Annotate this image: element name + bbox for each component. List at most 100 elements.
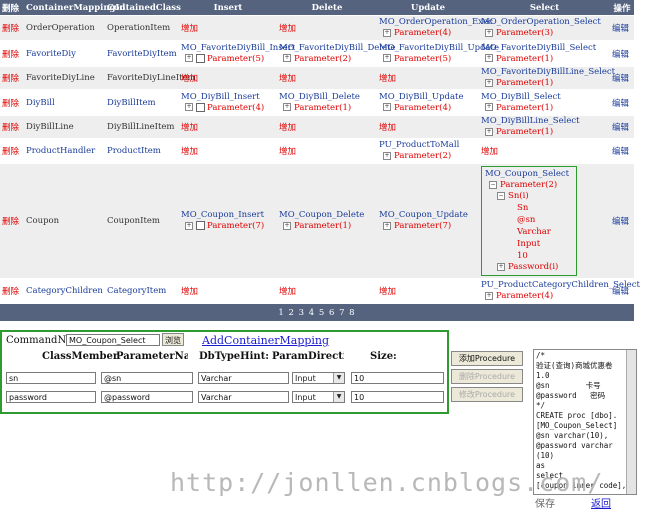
procedure-name[interactable]: MO_Coupon_Update — [379, 210, 477, 221]
procedure-name[interactable]: MO_FavoriteDiyBill_Insert — [181, 43, 295, 54]
param-direction-select[interactable]: Input ▼ — [292, 372, 345, 384]
procedure-name[interactable]: PU_ProductCategoryChildren_Select — [481, 280, 640, 291]
scrollbar[interactable] — [626, 350, 636, 494]
expand-icon[interactable]: + — [485, 103, 493, 111]
procedure-name[interactable]: MO_FavoriteDiyBill_Update — [379, 43, 499, 54]
edit-link[interactable]: 编辑 — [612, 287, 629, 297]
param-dbtype-input[interactable]: Varchar — [198, 372, 289, 384]
param-direction-select[interactable]: Input ▼ — [292, 391, 345, 403]
param-name-input[interactable]: @sn — [101, 372, 193, 384]
expand-icon[interactable]: + — [383, 103, 391, 111]
procedure-name[interactable]: PU_ProductToMall — [379, 140, 477, 151]
parameter-node[interactable]: + Parameter(3) — [481, 28, 608, 39]
parameter-node[interactable]: + Parameter(4) — [379, 28, 477, 39]
add-container-mapping-link[interactable]: AddContainerMapping — [202, 334, 329, 347]
procedure-name[interactable]: MO_DiyBill_Insert — [181, 92, 275, 103]
add-link[interactable]: 增加 — [181, 123, 198, 133]
expand-icon[interactable]: + — [185, 54, 193, 62]
edit-link[interactable]: 编辑 — [612, 24, 629, 34]
delete-link[interactable]: 删除 — [2, 123, 19, 133]
edit-link[interactable]: 编辑 — [612, 50, 629, 60]
procedure-name[interactable]: MO_DiyBill_Update — [379, 92, 477, 103]
add-link[interactable]: 增加 — [181, 24, 198, 34]
add-link[interactable]: 增加 — [181, 287, 198, 297]
param-size-input[interactable]: 10 — [351, 372, 444, 384]
expand-icon[interactable]: + — [383, 151, 391, 160]
parameter-node[interactable]: + Parameter(2) — [279, 54, 375, 65]
expand-icon[interactable]: + — [485, 78, 493, 87]
parameter-node[interactable]: + Parameter(4) — [181, 102, 275, 114]
container-mapping-id[interactable]: CategoryChildren — [26, 286, 103, 296]
procedure-name[interactable]: MO_OrderOperation_Select — [481, 17, 608, 28]
contained-class[interactable]: DiyBillItem — [107, 98, 156, 108]
procedure-name[interactable]: MO_FavoriteDiyBillLine_Select — [481, 67, 615, 78]
save-link[interactable]: 保存 — [535, 495, 555, 510]
parameter-node[interactable]: + Parameter(1) — [481, 103, 608, 114]
container-mapping-id[interactable]: DiyBill — [26, 98, 55, 108]
parameter-node[interactable]: + Parameter(1) — [279, 221, 375, 232]
add-procedure-button[interactable]: 添加Procedure — [451, 351, 523, 366]
parameter-node[interactable]: + Parameter(7) — [379, 221, 477, 232]
delete-link[interactable]: 删除 — [2, 217, 19, 227]
add-link[interactable]: 增加 — [481, 147, 498, 157]
expand-icon[interactable]: + — [185, 221, 193, 230]
procedure-name[interactable]: MO_FavoriteDiyBill_Delete — [279, 43, 396, 54]
parameter-node[interactable]: + Parameter(1) — [279, 103, 375, 114]
back-link[interactable]: 返回 — [591, 495, 611, 510]
modify-procedure-button[interactable]: 修改Procedure — [451, 387, 523, 402]
expand-icon[interactable]: + — [185, 103, 193, 111]
contained-class[interactable]: ProductItem — [107, 146, 161, 156]
parameter-node[interactable]: + Parameter(5) — [181, 53, 275, 65]
parameter-node[interactable]: − Parameter(2) — [485, 180, 573, 191]
add-link[interactable]: 增加 — [279, 147, 296, 157]
add-link[interactable]: 增加 — [279, 287, 296, 297]
procedure-name[interactable]: MO_DiyBillLine_Select — [481, 116, 608, 127]
parameter-node[interactable]: + Parameter(2) — [379, 151, 477, 162]
procedure-name[interactable]: MO_FavoriteDiyBill_Select — [481, 43, 608, 54]
collapse-icon[interactable]: − — [497, 191, 505, 200]
expand-icon[interactable]: + — [485, 54, 493, 62]
parameter-node[interactable]: + Password(i) — [493, 262, 573, 273]
edit-link[interactable]: 编辑 — [612, 99, 629, 109]
expand-icon[interactable]: + — [383, 28, 391, 37]
delete-link[interactable]: 删除 — [2, 24, 19, 34]
procedure-name[interactable]: MO_Coupon_Delete — [279, 210, 375, 221]
delete-procedure-button[interactable]: 删除Procedure — [451, 369, 523, 384]
parameter-node[interactable]: + Parameter(1) — [481, 127, 608, 138]
parameter-node[interactable]: + Parameter(5) — [379, 54, 477, 65]
parameter-node[interactable]: + Parameter(1) — [481, 78, 608, 89]
param-dbtype-input[interactable]: Varchar — [198, 391, 289, 403]
expand-icon[interactable]: + — [485, 291, 493, 300]
parameter-node[interactable]: + Parameter(4) — [481, 291, 608, 302]
add-link[interactable]: 增加 — [181, 74, 198, 84]
expand-icon[interactable]: + — [485, 127, 493, 136]
param-name-input[interactable]: @password — [101, 391, 193, 403]
add-link[interactable]: 增加 — [279, 74, 296, 84]
checkbox[interactable] — [196, 53, 205, 63]
edit-link[interactable]: 编辑 — [612, 123, 629, 133]
delete-link[interactable]: 删除 — [2, 147, 19, 157]
expand-icon[interactable]: + — [497, 262, 505, 271]
contained-class[interactable]: CategoryItem — [107, 286, 166, 296]
expand-icon[interactable]: + — [383, 221, 391, 230]
parameter-node[interactable]: + Parameter(4) — [379, 103, 477, 114]
expand-icon[interactable]: + — [283, 221, 291, 230]
container-mapping-id[interactable]: ProductHandler — [26, 146, 95, 156]
procedure-name[interactable]: MO_DiyBill_Delete — [279, 92, 375, 103]
delete-link[interactable]: 删除 — [2, 287, 19, 297]
container-mapping-id[interactable]: FavoriteDiy — [26, 49, 76, 59]
pager[interactable]: 1 2 3 4 5 6 7 8 — [0, 303, 634, 321]
add-link[interactable]: 增加 — [379, 123, 396, 133]
param-member-input[interactable]: sn — [6, 372, 96, 384]
add-link[interactable]: 增加 — [279, 24, 296, 34]
expand-icon[interactable]: − — [489, 180, 497, 189]
expand-icon[interactable]: + — [383, 54, 391, 62]
edit-link[interactable]: 编辑 — [612, 217, 629, 227]
parameter-node[interactable]: + Parameter(1) — [481, 54, 608, 65]
edit-link[interactable]: 编辑 — [612, 74, 629, 84]
parameter-node[interactable]: − Sn(i) — [493, 191, 573, 202]
add-link[interactable]: 增加 — [379, 74, 396, 84]
procedure-name[interactable]: MO_Coupon_Select — [485, 169, 573, 180]
param-size-input[interactable]: 10 — [351, 391, 444, 403]
delete-link[interactable]: 删除 — [2, 50, 19, 60]
